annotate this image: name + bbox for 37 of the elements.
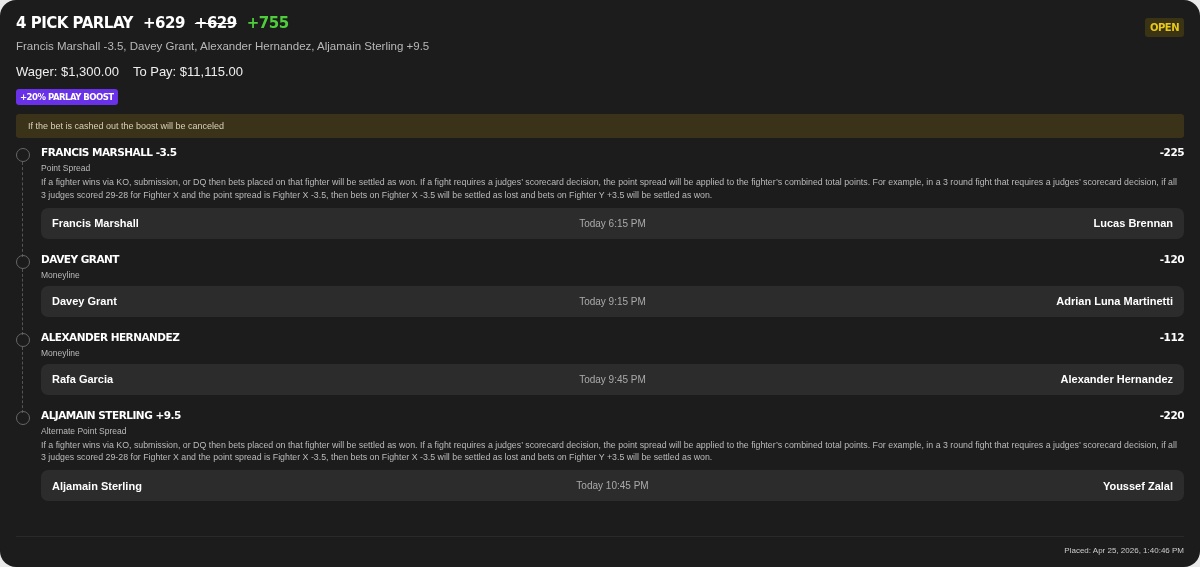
event-time: Today 6:15 PM bbox=[579, 217, 646, 229]
rules-text: If a fighter wins via KO, submission, or DQ then bets placed on that fighter will be settled as won. If a fight requires a judges’ scorecard decision, the point spread will be applied to the fighter’s combined total points. For example, in a 3 round fight that requires a judges’ scorecard decision, if all 3 judges scored 29-28 for Fighter X and the point spread is Fighter X -3.5, then bets on Fighter X -3.5 will be settled as lost and bets on Fighter Y +3.5 will be settled as won. bbox=[41, 176, 1178, 202]
fighter-name: Francis Marshall bbox=[52, 217, 140, 229]
pick-title: FRANCIS MARSHALL -3.5 bbox=[41, 146, 177, 158]
payout-amount: To Pay: $11,115.00 bbox=[132, 64, 243, 79]
status-badge: OPEN bbox=[1144, 18, 1184, 37]
bet-summary: Francis Marshall -3.5, Davey Grant, Alexander Hernandez, Aljamain Sterling +9.5 bbox=[16, 40, 431, 52]
pick-title: DAVEY GRANT bbox=[41, 252, 119, 265]
event-time: Today 9:45 PM bbox=[579, 373, 646, 385]
event-time: Today 10:45 PM bbox=[576, 480, 649, 491]
pick-title: ALJAMAIN STERLING +9.5 bbox=[41, 408, 181, 421]
boost-badge: +20% PARLAY BOOST bbox=[16, 89, 118, 105]
market-label: Moneyline bbox=[41, 269, 81, 280]
market-label: Alternate Point Spread bbox=[41, 425, 128, 436]
placed-timestamp: Placed: Apr 25, 2026, 1:40:46 PM bbox=[1064, 546, 1184, 556]
rules-text: If a fighter wins via KO, submission, or DQ then bets placed on that fighter will be settled as won. If a fight requires a judges’ scorecard decision, the point spread will be applied to the fighter’s combined total points. For example, in a 3 round fight that requires a judges’ scorecard decision, if all 3 judges scored 29-28 for Fighter X and the point spread is Fighter X -3.5, then bets on Fighter X -3.5 will be settled as lost and bets on Fighter Y +3.5 will be settled as won. bbox=[41, 438, 1178, 464]
fighter-name: Youssef Zalal bbox=[1101, 479, 1173, 492]
event-time: Today 9:15 PM bbox=[579, 295, 646, 307]
odds-value: +629 bbox=[194, 14, 237, 32]
fighter-name: Aljamain Sterling bbox=[52, 479, 143, 492]
pick-odds: -225 bbox=[1159, 146, 1184, 158]
wager-amount: Wager: $1,300.00 bbox=[16, 64, 119, 79]
market-label: Moneyline bbox=[41, 347, 81, 358]
notice-banner: If the bet is cashed out the boost will be canceled bbox=[16, 114, 1184, 138]
fighter-name: Rafa Garcia bbox=[52, 373, 115, 385]
pick-odds: -120 bbox=[1159, 252, 1184, 265]
fighter-name: Davey Grant bbox=[52, 295, 118, 307]
fighter-name: Lucas Brennan bbox=[1092, 217, 1173, 229]
fighter-name: Alexander Hernandez bbox=[1059, 373, 1173, 385]
bet-title: 4 PICK PARLAY bbox=[16, 14, 133, 32]
odds-value: +755 bbox=[246, 14, 289, 32]
fighter-name: Adrian Luna Martinetti bbox=[1055, 295, 1173, 307]
pick-title: ALEXANDER HERNANDEZ bbox=[41, 330, 180, 343]
pick-odds: -112 bbox=[1159, 330, 1184, 343]
market-label: Point Spread bbox=[41, 163, 92, 173]
odds-value: +629 bbox=[142, 14, 185, 32]
pick-odds: -220 bbox=[1159, 408, 1184, 421]
